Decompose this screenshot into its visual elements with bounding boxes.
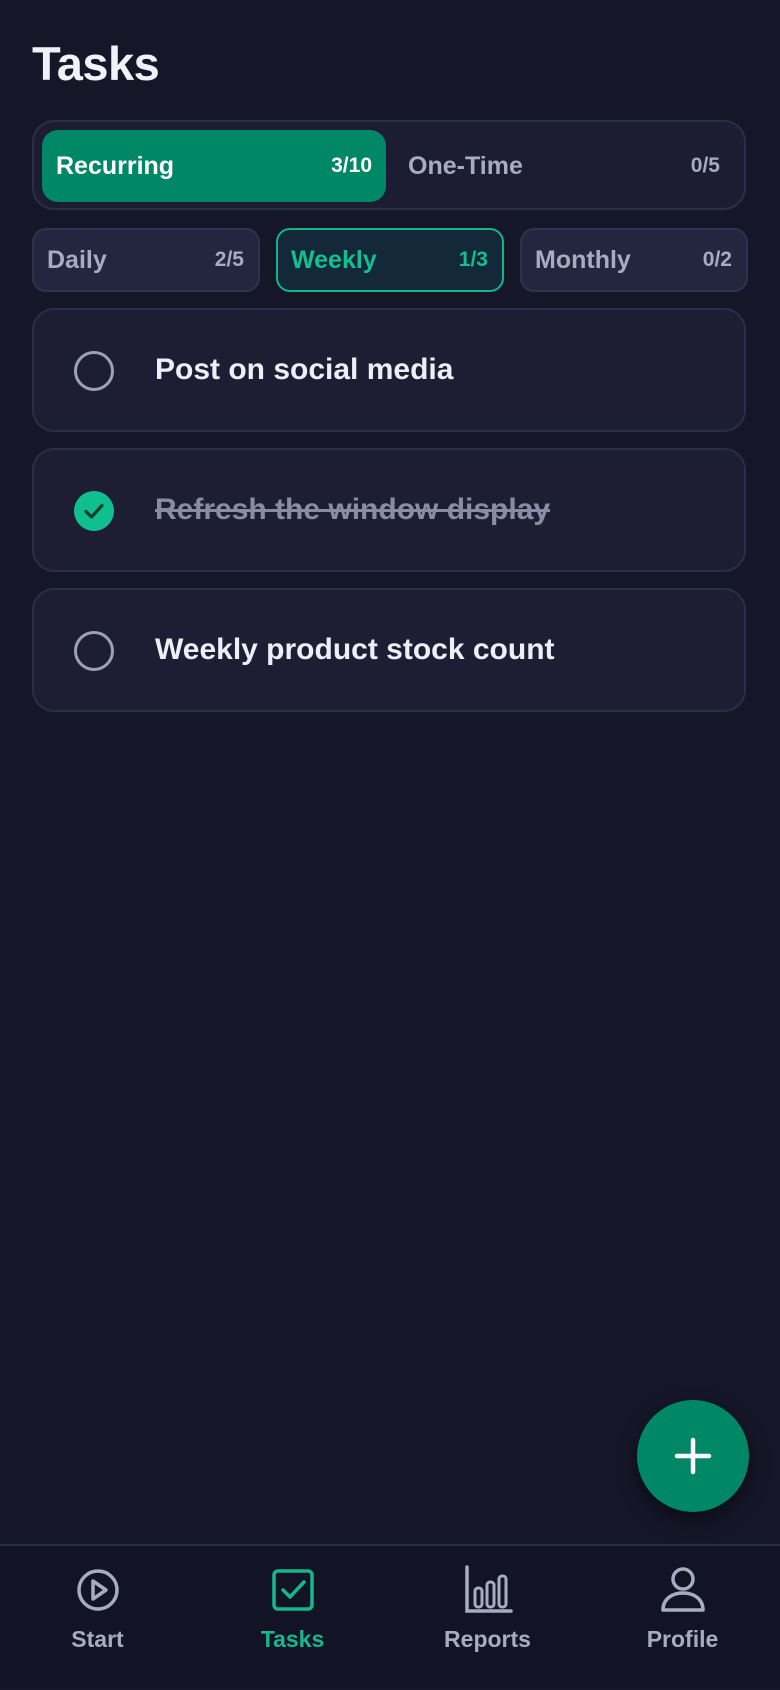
- task-checkbox[interactable]: [74, 631, 114, 671]
- user-icon: [661, 1567, 705, 1612]
- bottom-navigation: Start Tasks Reports Profile: [0, 1544, 780, 1688]
- add-task-button[interactable]: [637, 1400, 749, 1512]
- segment-one-time-label: One-Time: [408, 151, 523, 180]
- task-card[interactable]: Weekly product stock count: [32, 588, 746, 712]
- nav-label-reports: Reports: [444, 1626, 531, 1652]
- plus-icon: [674, 1437, 712, 1475]
- nav-item-reports[interactable]: Reports: [390, 1546, 585, 1690]
- tab-monthly[interactable]: Monthly 0/2: [520, 228, 748, 292]
- task-title: Post on social media: [155, 353, 454, 386]
- task-card[interactable]: Post on social media: [32, 308, 746, 432]
- nav-item-tasks[interactable]: Tasks: [195, 1546, 390, 1690]
- segment-recurring-label: Recurring: [56, 151, 175, 180]
- tab-monthly-count: 0/2: [702, 248, 732, 271]
- segment-one-time-count: 0/5: [690, 154, 720, 177]
- nav-label-tasks: Tasks: [260, 1626, 325, 1652]
- checkbox-icon: [272, 1569, 314, 1611]
- page-title: Tasks: [32, 37, 160, 90]
- tab-weekly[interactable]: Weekly 1/3: [276, 228, 504, 292]
- nav-item-start[interactable]: Start: [0, 1546, 195, 1690]
- tab-weekly-label: Weekly: [291, 245, 377, 274]
- task-checkbox[interactable]: [74, 351, 114, 391]
- segment-one-time[interactable]: One-Time 0/5: [394, 130, 738, 202]
- segment-recurring-count: 3/10: [331, 154, 372, 177]
- bar-chart-icon: [465, 1565, 513, 1613]
- segment-recurring[interactable]: Recurring 3/10: [42, 130, 386, 202]
- task-checkbox-checked[interactable]: [74, 491, 114, 531]
- tab-daily[interactable]: Daily 2/5: [32, 228, 260, 292]
- nav-label-profile: Profile: [646, 1626, 719, 1652]
- task-title: Weekly product stock count: [155, 633, 555, 666]
- tab-daily-label: Daily: [47, 245, 107, 274]
- nav-label-start: Start: [71, 1626, 124, 1652]
- nav-item-profile[interactable]: Profile: [585, 1546, 780, 1690]
- task-type-segmented-control: Recurring 3/10 One-Time 0/5: [32, 120, 746, 210]
- tab-weekly-count: 1/3: [458, 248, 488, 271]
- play-circle-icon: [77, 1569, 119, 1611]
- task-title: Refresh the window display: [155, 493, 551, 526]
- task-card[interactable]: Refresh the window display: [32, 448, 746, 572]
- checkmark-icon: [84, 503, 104, 519]
- tab-daily-count: 2/5: [214, 248, 244, 271]
- tab-monthly-label: Monthly: [535, 245, 631, 274]
